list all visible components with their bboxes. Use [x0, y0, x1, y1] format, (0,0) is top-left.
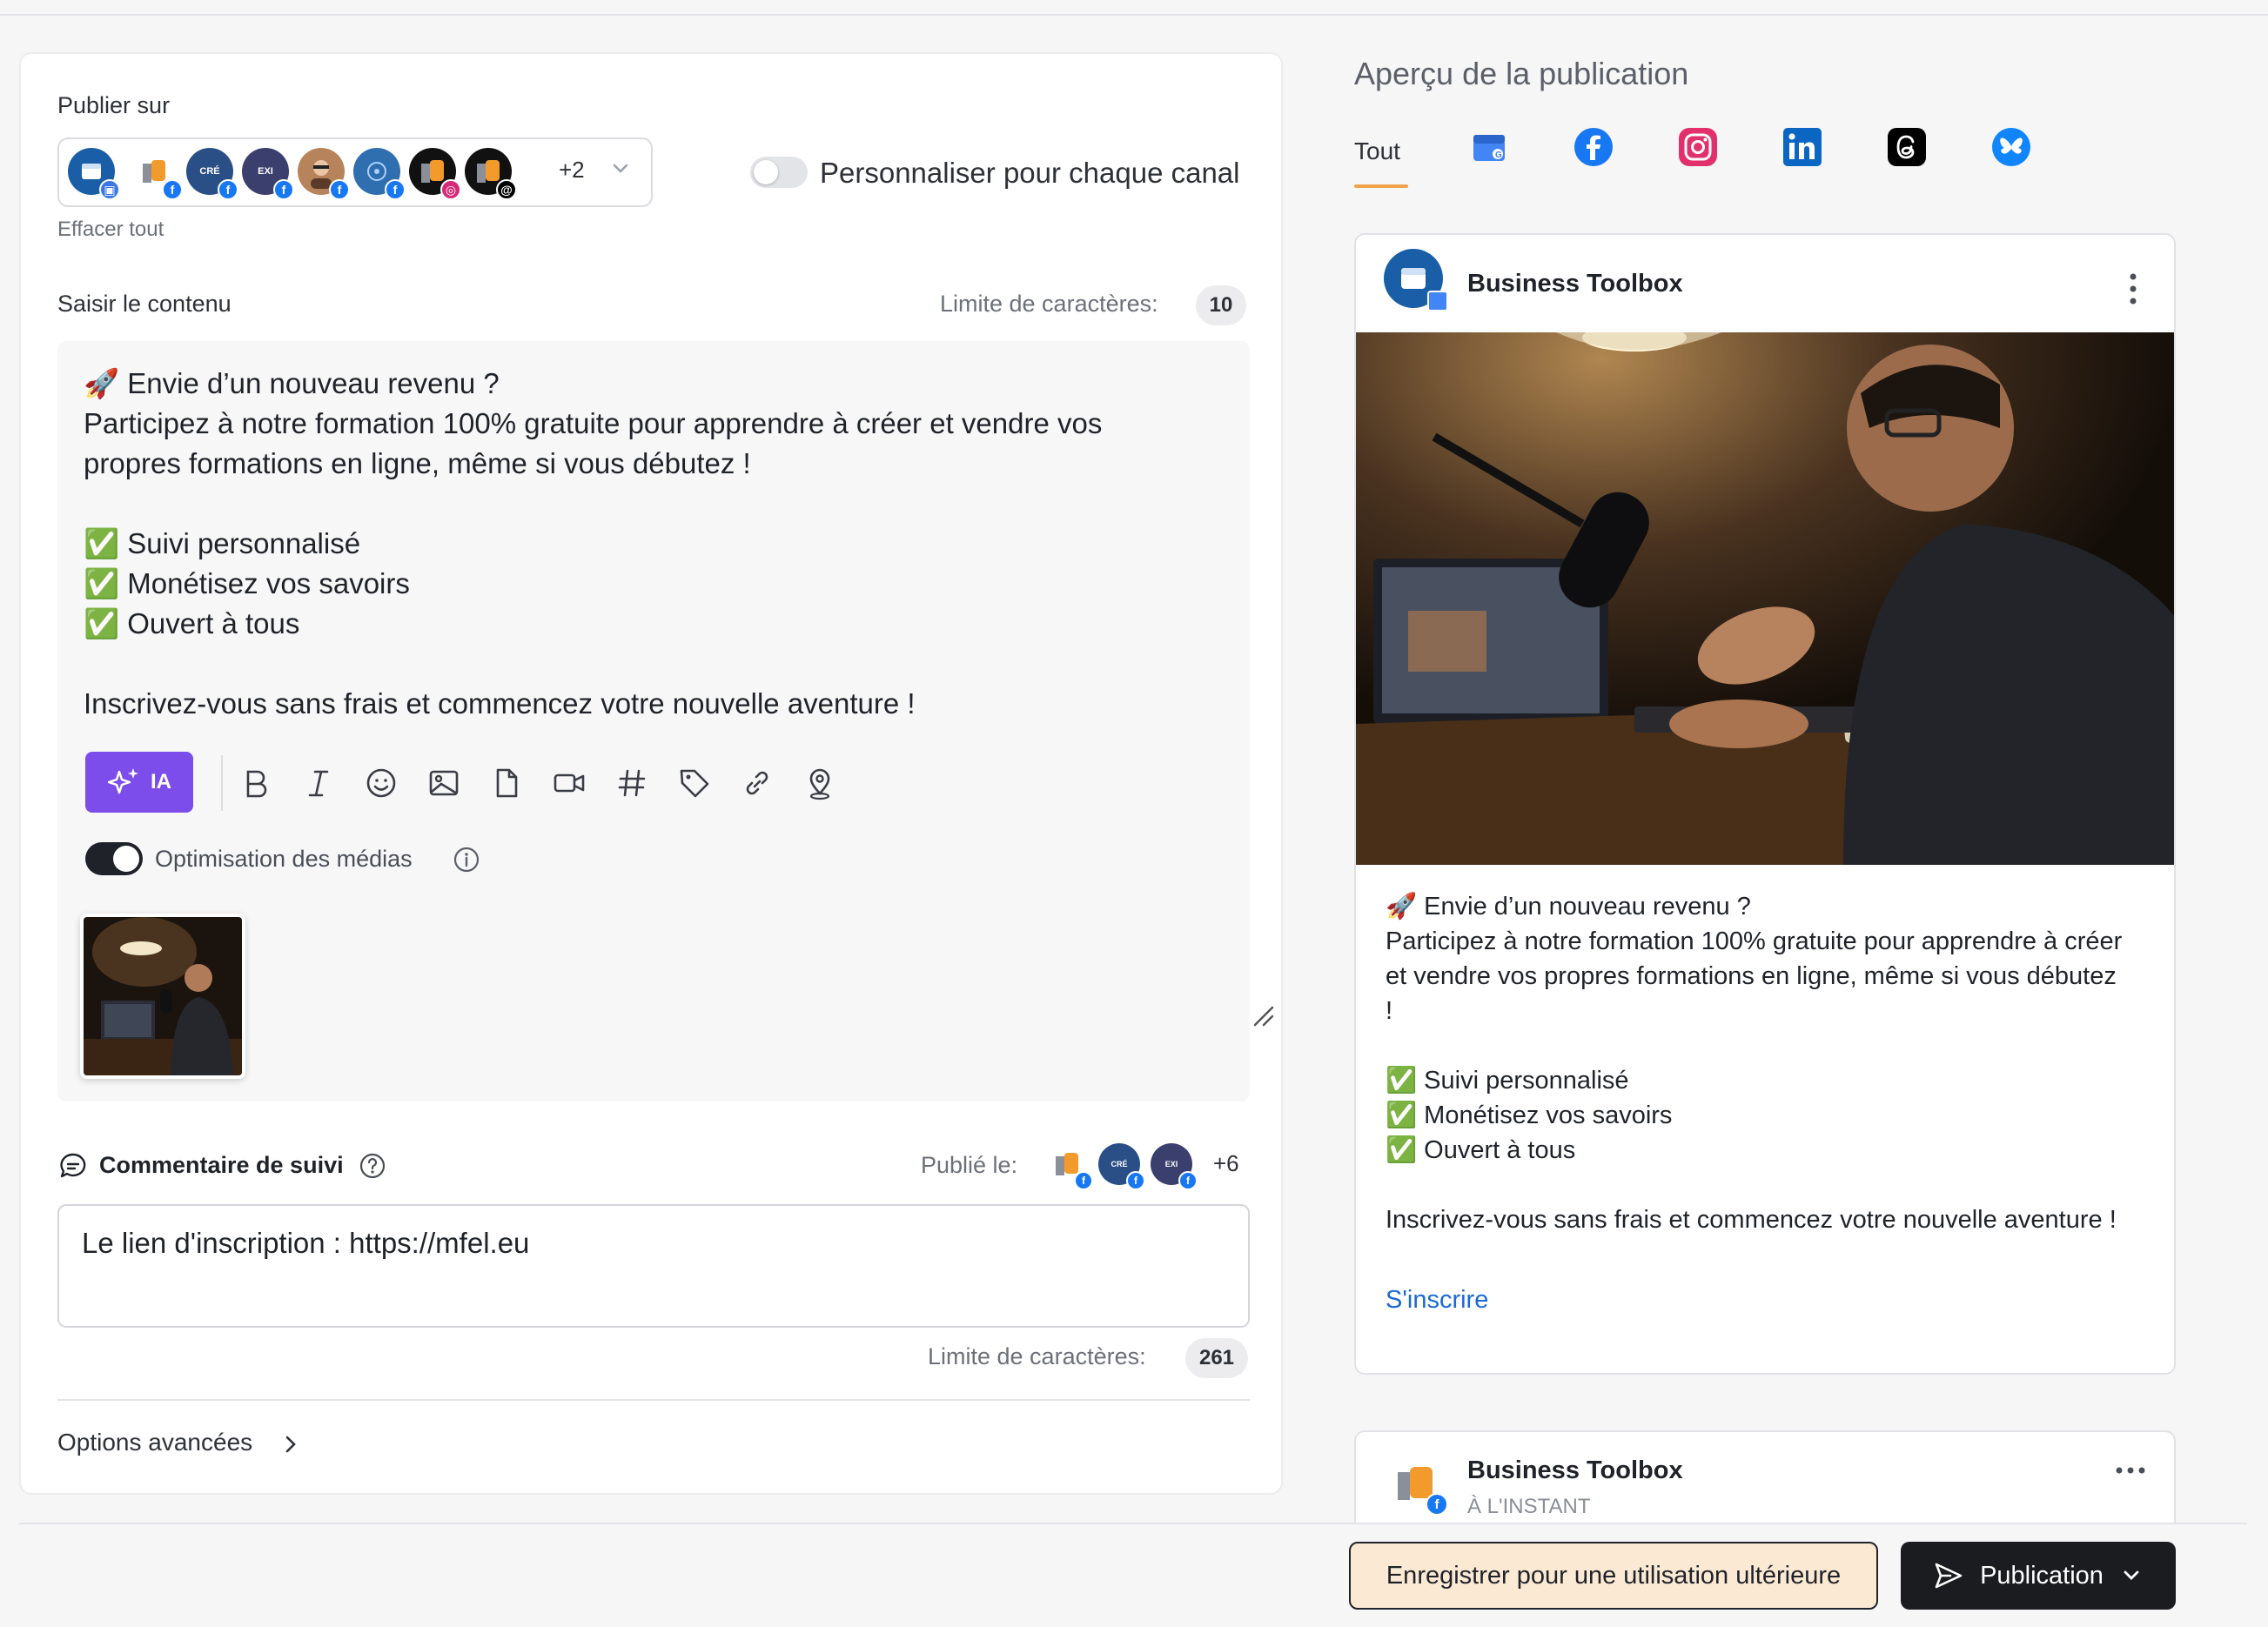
publish-button[interactable]: Publication [1901, 1542, 2176, 1610]
personalize-toggle[interactable] [750, 157, 808, 188]
ai-label: IA [151, 770, 171, 793]
ai-assist-button[interactable]: IA [85, 752, 193, 813]
document-icon[interactable] [487, 764, 526, 802]
followup-comment-text[interactable]: Le lien d'inscription : https://mfel.eu [82, 1227, 529, 1260]
comment-icon [60, 1153, 86, 1178]
hashtag-icon[interactable] [613, 764, 651, 802]
post-time: À L'INSTANT [1467, 1495, 1591, 1518]
bold-icon[interactable] [237, 764, 275, 802]
channel-selector[interactable]: ▣ f CRÉ f EXI f f f ◎ @ +2 [57, 137, 653, 207]
preview-card-facebook: f Business Toolbox À L'INSTANT [1354, 1430, 2176, 1535]
toolbar-divider [221, 755, 223, 811]
media-optimization-label: Optimisation des médias [155, 846, 413, 872]
second-account-name: Business Toolbox [1467, 1456, 1683, 1484]
help-icon[interactable] [359, 1152, 386, 1180]
threads-icon[interactable] [1887, 127, 1927, 167]
instagram-icon[interactable] [1678, 127, 1718, 167]
more-options-icon[interactable] [2115, 1465, 2146, 1476]
publish-label: Publication [1980, 1561, 2104, 1590]
preview-post-text: 🚀 Envie d’un nouveau revenu ? Participez… [1386, 893, 2123, 1234]
published-avatar-creation: CRÉ f [1098, 1143, 1145, 1190]
account-avatar [1384, 249, 1448, 311]
chevron-down-icon[interactable] [607, 155, 634, 181]
tab-all[interactable]: Tout [1354, 137, 1400, 165]
location-pin-icon[interactable] [801, 764, 839, 802]
media-thumbnail[interactable] [80, 914, 245, 1079]
published-on-label: Publié le: [921, 1152, 1018, 1178]
facebook-badge-icon: f [1426, 1493, 1448, 1516]
account-avatar-toolbox: f [1392, 1458, 1448, 1516]
char-limit-label: Limite de caractères: [940, 291, 1158, 317]
composer-panel: Publier sur ▣ f CRÉ f EXI f f f ◎ @ +2 E… [19, 52, 1283, 1495]
advanced-options-link[interactable]: Options avancées [57, 1429, 252, 1456]
preview-title: Aperçu de la publication [1354, 56, 1689, 91]
tag-icon[interactable] [675, 764, 714, 802]
facebook-icon[interactable] [1574, 127, 1614, 167]
resize-handle-icon[interactable] [1250, 1002, 1276, 1028]
followup-comment-input[interactable]: Le lien d'inscription : https://mfel.eu [57, 1204, 1250, 1328]
more-channels-count[interactable]: +2 [559, 157, 585, 184]
channel-avatar-toolbox-ig[interactable]: ◎ [409, 148, 461, 200]
channel-avatar-toolbox-threads[interactable]: @ [465, 148, 517, 200]
active-tab-indicator [1354, 184, 1408, 188]
svg-text:G: G [1495, 151, 1502, 160]
channel-avatar-gmb[interactable]: ▣ [68, 148, 120, 200]
followup-comment-label: Commentaire de suivi [99, 1152, 344, 1178]
followup-char-limit-label: Limite de caractères: [928, 1343, 1146, 1369]
publish-on-label: Publier sur [57, 92, 171, 118]
followup-char-limit-count: 261 [1185, 1338, 1248, 1378]
info-icon[interactable] [453, 846, 480, 874]
published-more-count[interactable]: +6 [1213, 1150, 1239, 1177]
more-options-icon[interactable] [2129, 271, 2137, 306]
published-avatar-exister: EXI f [1151, 1143, 1198, 1190]
published-avatar-toolbox: f [1046, 1143, 1093, 1190]
bluesky-icon[interactable] [1991, 127, 2031, 167]
image-icon[interactable] [425, 764, 463, 802]
gmb-badge-icon [1427, 291, 1448, 311]
account-name: Business Toolbox [1467, 270, 1683, 298]
channel-avatar-person-fb[interactable]: f [298, 148, 350, 200]
char-limit-count: 10 [1196, 285, 1246, 325]
channel-avatar-toolbox-fb[interactable]: f [131, 148, 183, 200]
content-label: Saisir le contenu [57, 291, 231, 317]
linkedin-icon[interactable] [1782, 127, 1822, 167]
signup-link[interactable]: S'inscrire [1386, 1286, 1488, 1315]
emoji-icon[interactable] [362, 764, 400, 802]
chevron-right-icon[interactable] [278, 1432, 303, 1456]
italic-icon[interactable] [299, 764, 338, 802]
chevron-down-icon[interactable] [2119, 1563, 2144, 1588]
media-optimization-toggle[interactable] [85, 842, 143, 875]
divider [57, 1399, 1250, 1401]
gmb-icon[interactable]: G [1469, 127, 1509, 167]
top-border [0, 0, 2268, 16]
clear-all-link[interactable]: Effacer tout [57, 218, 164, 242]
link-icon[interactable] [738, 764, 776, 802]
video-icon[interactable] [550, 764, 588, 802]
channel-avatar-creation-fb[interactable]: CRÉ f [186, 148, 238, 200]
sparkles-icon [107, 768, 138, 794]
send-icon [1935, 1563, 1963, 1589]
save-for-later-button[interactable]: Enregistrer pour une utilisation ultérie… [1349, 1542, 1878, 1610]
preview-card-gmb: Business Toolbox 🚀 Envie d’un nouveau re… [1354, 233, 2176, 1375]
channel-avatar-exister-fb[interactable]: EXI f [242, 148, 294, 200]
post-image [1356, 332, 2174, 865]
personalize-label: Personnaliser pour chaque canal [820, 157, 1240, 189]
channel-avatar-network-fb[interactable]: f [353, 148, 406, 200]
post-content-text[interactable]: 🚀 Envie d’un nouveau revenu ? Participez… [84, 364, 1215, 724]
